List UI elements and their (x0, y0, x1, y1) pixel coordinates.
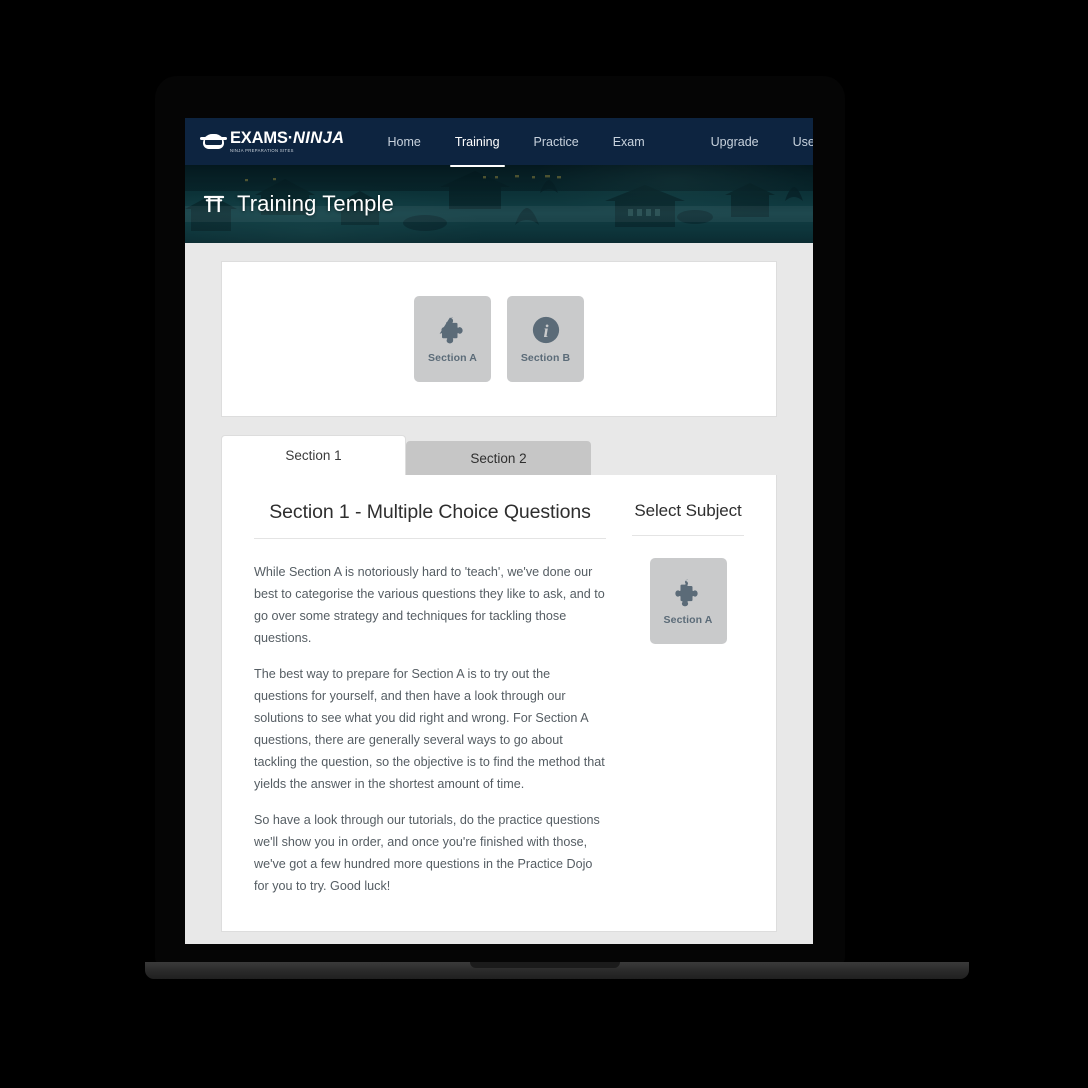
subject-card-list: Section A (632, 558, 744, 644)
laptop-base-notch (470, 962, 620, 968)
brand-title: EXAMS·NINJA (230, 128, 345, 147)
puzzle-piece-icon (439, 316, 463, 343)
body-paragraph-3: So have a look through our tutorials, do… (254, 813, 600, 893)
nav-item-exam[interactable]: Exam (596, 118, 662, 165)
body-paragraph-2: The best way to prepare for Section A is… (254, 667, 605, 791)
nav-item-user-testing-label: User Testing (792, 134, 813, 149)
body-paragraph-1: While Section A is notoriously hard to '… (254, 565, 605, 645)
nav-item-upgrade-label: Upgrade (710, 134, 759, 149)
nav-item-practice[interactable]: Practice (517, 118, 596, 165)
tab-section-1[interactable]: Section 1 (221, 435, 406, 475)
section-body-text: While Section A is notoriously hard to '… (254, 561, 606, 897)
sidebar-section-a-card[interactable]: Section A (649, 558, 727, 644)
puzzle-piece-icon (675, 579, 698, 606)
section-tabs: Section 1 Section 2 (221, 435, 777, 475)
brand-logo[interactable]: EXAMS·NINJA NINJA PREPARATION SITES (200, 128, 345, 154)
nav-links: Home Training Practice Exam Upgrade User… (371, 118, 813, 167)
hero-banner: Training Temple (185, 165, 813, 243)
section-b-card[interactable]: i Section B (507, 296, 584, 382)
section-cards-panel: Section A i Section B (221, 261, 777, 417)
info-circle-icon: i (532, 316, 559, 343)
page-title: Training Temple (237, 191, 394, 216)
nav-item-exam-label: Exam (612, 134, 645, 149)
tab-section-2-label: Section 2 (470, 450, 527, 466)
nav-item-training[interactable]: Training (438, 118, 517, 167)
tab-content-panel: Section 1 - Multiple Choice Questions Wh… (221, 475, 777, 932)
main-column: Section 1 - Multiple Choice Questions Wh… (254, 501, 606, 897)
brand-title-ninja: NINJA (292, 128, 345, 147)
tab-section-2[interactable]: Section 2 (406, 441, 591, 475)
nav-item-home[interactable]: Home (371, 118, 438, 165)
nav-item-user-testing[interactable]: User Testing (776, 118, 813, 165)
tab-section-1-label: Section 1 (285, 448, 342, 463)
section-heading: Section 1 - Multiple Choice Questions (254, 501, 606, 539)
nav-item-home-label: Home (387, 134, 421, 149)
screenshot-stage: EXAMS·NINJA NINJA PREPARATION SITES Home… (0, 0, 1088, 1088)
nav-item-practice-label: Practice (533, 134, 579, 149)
page-content: Section A i Section B Section 1 Section … (185, 243, 813, 944)
select-subject-heading: Select Subject (632, 501, 744, 536)
section-a-card-label: Section A (428, 351, 477, 364)
nav-item-training-label: Training (454, 134, 500, 149)
top-navbar: EXAMS·NINJA NINJA PREPARATION SITES Home… (185, 118, 813, 167)
browser-screen: EXAMS·NINJA NINJA PREPARATION SITES Home… (185, 118, 813, 944)
sidebar-column: Select Subject Section A (632, 501, 744, 897)
brand-title-main: EXAMS (230, 128, 288, 147)
nav-item-upgrade[interactable]: Upgrade (694, 118, 776, 165)
svg-text:i: i (543, 320, 548, 340)
section-a-card[interactable]: Section A (414, 296, 491, 382)
sidebar-section-a-card-label: Section A (663, 613, 713, 626)
hero-content: Training Temple (203, 165, 394, 243)
brand-text: EXAMS·NINJA NINJA PREPARATION SITES (230, 128, 345, 154)
torii-gate-icon (203, 195, 225, 213)
brand-subtitle: NINJA PREPARATION SITES (230, 148, 294, 154)
section-b-card-label: Section B (520, 351, 571, 364)
ninja-face-icon (200, 133, 227, 149)
